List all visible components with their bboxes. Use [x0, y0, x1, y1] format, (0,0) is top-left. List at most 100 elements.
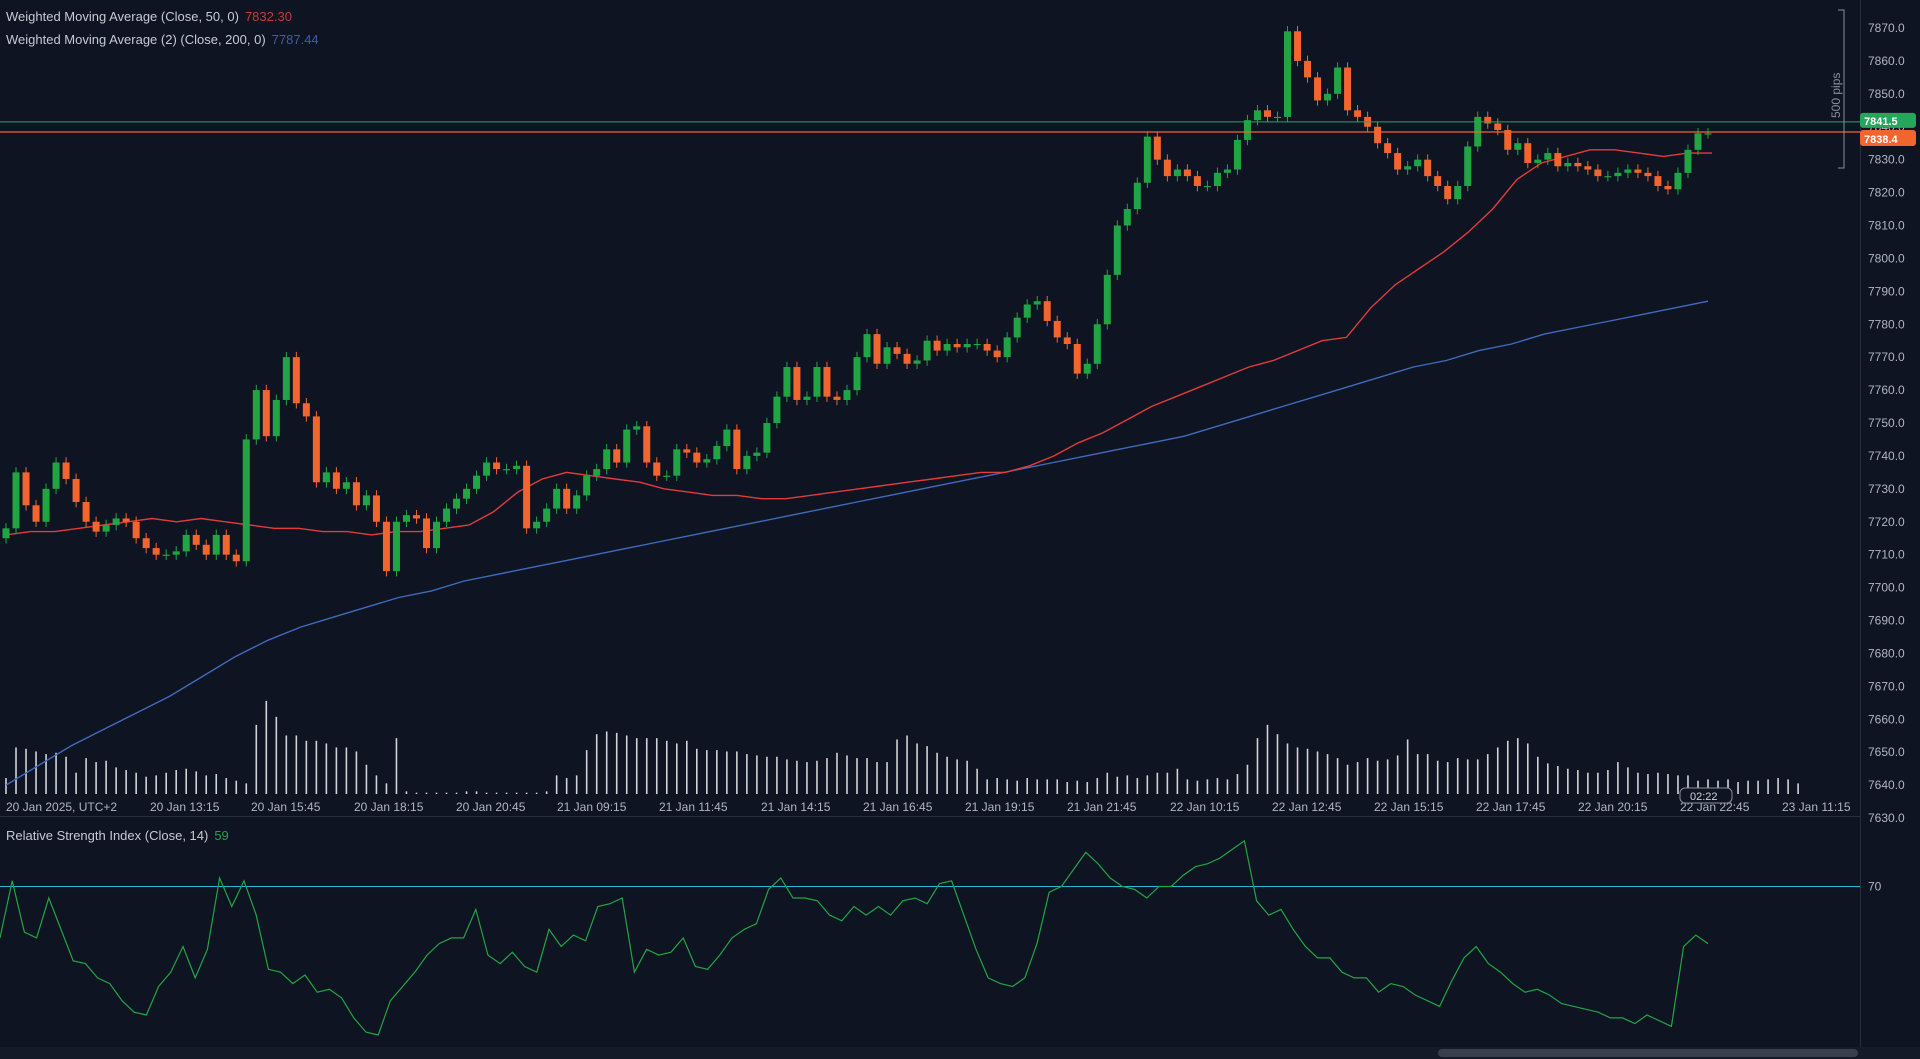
candle-body [733, 429, 741, 470]
candle-body [1384, 143, 1392, 154]
candle-body [172, 551, 180, 555]
time-axis-tick: 21 Jan 11:45 [659, 800, 728, 814]
candle-body [1223, 169, 1231, 173]
candle-body [483, 462, 491, 476]
candle-body [282, 357, 290, 400]
time-axis-tick: 22 Jan 10:15 [1170, 800, 1240, 814]
price-axis-tick: 7790.0 [1868, 284, 1905, 298]
candle-body [402, 515, 410, 522]
candle-body [1634, 169, 1642, 173]
candle-body [1454, 186, 1462, 200]
candle-body [803, 396, 811, 400]
legend-rsi-label: Relative Strength Index (Close, 14) [6, 828, 209, 843]
candle-body [793, 367, 801, 400]
candle-body [1263, 110, 1271, 117]
candle-body [1574, 162, 1582, 167]
candle-body [162, 554, 170, 556]
candle-body [1093, 324, 1101, 364]
candle-body [412, 515, 420, 519]
candle-body [1073, 344, 1081, 374]
price-axis-tick: 7740.0 [1868, 449, 1905, 463]
candle-body [292, 357, 300, 404]
candle-body [523, 465, 531, 529]
candle-body [1624, 169, 1632, 173]
candle-body [1113, 225, 1121, 275]
candle-body [1203, 186, 1211, 188]
candle-body [32, 505, 40, 522]
legend-wma50[interactable]: Weighted Moving Average (Close, 50, 0) 78… [6, 9, 292, 24]
candle-body [22, 472, 30, 506]
candle-body [813, 367, 821, 397]
candle-body [1033, 301, 1041, 305]
candle-body [1534, 159, 1542, 163]
scrollbar-thumb[interactable] [1438, 1049, 1858, 1057]
candle-body [1464, 146, 1472, 186]
price-axis-tick: 7710.0 [1868, 548, 1905, 562]
candle-body [1604, 176, 1612, 178]
time-axis-tick: 22 Jan 20:15 [1578, 800, 1648, 814]
candle-body [1103, 274, 1111, 325]
candle-body [1494, 123, 1502, 131]
time-axis-tick: 21 Jan 14:15 [761, 800, 831, 814]
candle-body [92, 521, 100, 532]
candle-body [443, 508, 451, 522]
candle-body [1484, 116, 1492, 124]
candle-body [1053, 320, 1061, 338]
time-axis-tick: 21 Jan 19:15 [965, 800, 1035, 814]
legend-rsi-value: 59 [214, 828, 229, 843]
candle-body [903, 353, 911, 364]
candle-body [342, 482, 350, 489]
candle-body [1143, 136, 1151, 183]
candle-body [1193, 176, 1201, 186]
price-axis-tick: 7690.0 [1868, 614, 1905, 628]
time-axis-tick: 22 Jan 17:45 [1476, 800, 1546, 814]
time-axis-tick: 21 Jan 09:15 [557, 800, 627, 814]
price-axis-tick: 7640.0 [1868, 778, 1905, 792]
candle-body [1334, 67, 1342, 94]
candle-body [1694, 133, 1702, 150]
candle-body [332, 472, 340, 489]
candle-body [713, 446, 721, 460]
candle-body [763, 423, 771, 453]
candle-body [613, 449, 621, 463]
chart-canvas[interactable]: 7870.07860.07850.07840.07830.07820.07810… [0, 0, 1920, 1059]
candle-body [252, 390, 260, 440]
candle-body [1414, 159, 1422, 167]
candle-body [132, 521, 140, 539]
candle-body [553, 488, 561, 509]
time-axis-tick: 22 Jan 12:45 [1272, 800, 1342, 814]
horizontal-scrollbar[interactable] [0, 1047, 1920, 1059]
time-axis-tick: 20 Jan 2025, UTC+2 [6, 800, 117, 814]
price-axis-tick: 7800.0 [1868, 251, 1905, 265]
candle-body [963, 344, 971, 348]
candle-body [182, 534, 190, 552]
candle-body [983, 344, 991, 351]
legend-rsi[interactable]: Relative Strength Index (Close, 14) 59 [6, 828, 229, 843]
candle-body [663, 475, 671, 477]
wma50-line [5, 149, 1712, 536]
candle-body [1213, 172, 1221, 186]
time-axis-tick: 20 Jan 15:45 [251, 800, 321, 814]
time-axis-tick: 20 Jan 13:15 [150, 800, 220, 814]
price-axis-tick: 7870.0 [1868, 21, 1905, 35]
candle-body [1013, 317, 1021, 338]
time-axis-tick: 21 Jan 16:45 [863, 800, 933, 814]
time-axis-tick: 22 Jan 15:15 [1374, 800, 1444, 814]
candle-body [923, 340, 931, 361]
candle-body [1173, 169, 1181, 177]
candle-body [1654, 176, 1662, 186]
candle-body [1354, 110, 1362, 117]
legend-wma50-value: 7832.30 [244, 9, 292, 24]
candle-body [693, 452, 701, 463]
candle-body [1424, 159, 1432, 177]
countdown-label: 02:22 [1690, 791, 1718, 803]
candle-body [833, 396, 841, 400]
candle-body [1394, 153, 1402, 170]
candle-body [433, 521, 441, 549]
candle-body [202, 544, 210, 555]
candle-body [843, 390, 851, 400]
legend-wma200[interactable]: Weighted Moving Average (2) (Close, 200,… [6, 32, 319, 47]
candle-body [1504, 130, 1512, 150]
candle-body [573, 495, 581, 509]
candle-body [463, 488, 471, 499]
